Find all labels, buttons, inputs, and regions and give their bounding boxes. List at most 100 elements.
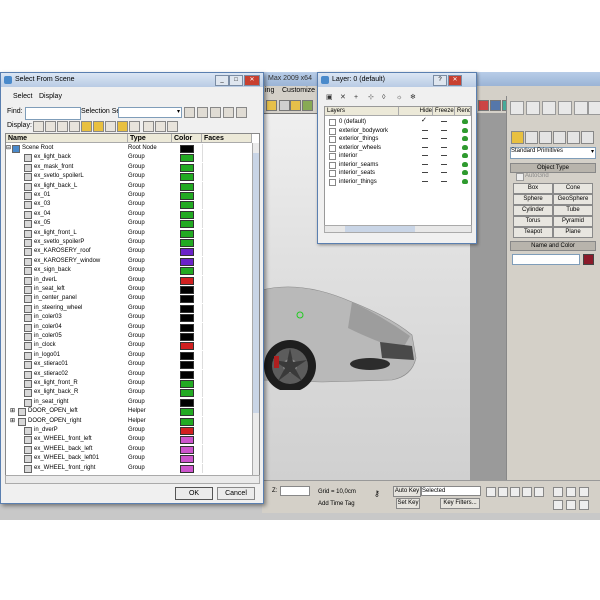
percent-snap-icon[interactable] (302, 100, 313, 111)
display-geometry-icon[interactable] (33, 121, 44, 132)
lights-icon[interactable] (539, 131, 552, 144)
set-key-button[interactable]: Set Key (396, 498, 420, 509)
table-row[interactable]: in_center_panel Group (6, 294, 259, 304)
geosphere-button[interactable]: GeoSphere (553, 194, 593, 205)
menu-select[interactable]: Select (13, 93, 32, 100)
layer-row[interactable]: interior_seats (325, 169, 471, 177)
add-time-tag-label[interactable]: Add Time Tag (318, 501, 355, 507)
delete-layer-icon[interactable]: ✕ (340, 94, 348, 102)
layer-row[interactable]: exterior_wheels (325, 144, 471, 152)
modify-tab-icon[interactable] (526, 101, 540, 115)
freeze-toggle[interactable] (441, 129, 447, 131)
display-cameras-icon[interactable] (69, 121, 80, 132)
prev-frame-icon[interactable] (498, 487, 508, 497)
expand-toggle-icon[interactable]: ⊞ (10, 407, 15, 416)
menu-item-customize[interactable]: Customize (282, 87, 315, 94)
freeze-toggle[interactable] (441, 146, 447, 148)
layer-row[interactable]: interior (325, 152, 471, 160)
table-row[interactable]: ex_WHEEL_front_left Group (6, 435, 259, 445)
object-vscrollbar[interactable] (252, 143, 259, 476)
fov-icon[interactable] (553, 500, 563, 510)
table-row[interactable]: ex_WHEEL_front_right Group (6, 463, 259, 473)
collapse-toggle-icon[interactable]: ⊟ (6, 144, 11, 153)
next-frame-icon[interactable] (522, 487, 532, 497)
freeze-toggle[interactable] (441, 172, 447, 173)
go-end-icon[interactable] (534, 487, 544, 497)
display-shapes-icon[interactable] (45, 121, 56, 132)
table-row[interactable]: ex_stierac02 Group (6, 369, 259, 379)
layer-row[interactable]: interior_seams (325, 161, 471, 169)
primitive-type-dropdown[interactable]: Standard Primitives ▾ (510, 147, 596, 159)
space-warps-icon[interactable] (581, 131, 594, 144)
current-layer-check-icon[interactable]: ✓ (421, 117, 427, 125)
object-color-swatch[interactable] (583, 254, 594, 265)
teapot-button[interactable]: Teapot (513, 227, 553, 238)
help-icon[interactable]: ? (433, 75, 447, 86)
autogrid-checkbox[interactable] (516, 173, 524, 181)
hide-toggle[interactable] (422, 129, 428, 131)
display-helpers-icon[interactable] (81, 121, 92, 132)
select-none-icon[interactable] (210, 107, 221, 118)
table-row[interactable]: ⊞ DOOR_OPEN_right Helper (6, 416, 259, 426)
display-lights-icon[interactable] (57, 121, 68, 132)
table-row[interactable]: ex_light_back_L Group (6, 181, 259, 191)
scroll-thumb[interactable] (253, 153, 259, 413)
render-teapot-icon[interactable] (462, 127, 468, 133)
render-frame-icon[interactable] (490, 100, 501, 111)
minimize-icon[interactable]: _ (215, 75, 229, 86)
display-invert-icon[interactable] (167, 121, 178, 132)
hide-toggle[interactable] (422, 155, 428, 156)
plane-button[interactable]: Plane (553, 227, 593, 238)
cancel-button[interactable]: Cancel (217, 487, 255, 500)
motion-tab-icon[interactable] (558, 101, 572, 115)
table-row[interactable]: in_seat_left Group (6, 285, 259, 294)
render-teapot-icon[interactable] (462, 144, 468, 150)
render-teapot-icon[interactable] (462, 119, 468, 124)
render-teapot-icon[interactable] (462, 136, 468, 141)
layer-row[interactable]: interior_things (325, 178, 471, 186)
table-row[interactable]: in_logo01 Group (6, 350, 259, 360)
sphere-button[interactable]: Sphere (513, 194, 553, 205)
table-row[interactable]: ex_sign_back Group (6, 266, 259, 276)
table-row[interactable]: in_coler04 Group (6, 322, 259, 332)
table-row[interactable]: ex_03 Group (6, 200, 259, 210)
selection-set-dropdown[interactable]: ▾ (118, 107, 182, 118)
table-row[interactable]: in_coler03 Group (6, 313, 259, 323)
table-row[interactable]: ex_WHEEL_back_left Group (6, 444, 259, 454)
column-name[interactable]: Name (6, 134, 128, 143)
car-model[interactable] (262, 280, 418, 390)
hide-toggle[interactable] (422, 172, 428, 173)
layer-row[interactable]: exterior_bodywork (325, 127, 471, 135)
create-layer-icon[interactable]: ▣ (326, 94, 334, 102)
render-teapot-icon[interactable] (462, 153, 468, 158)
expand-toggle-icon[interactable] (329, 178, 336, 186)
display-groups-icon[interactable] (105, 121, 116, 132)
table-row[interactable]: ex_light_back Group (6, 153, 259, 163)
render-teapot-icon[interactable] (462, 178, 468, 184)
create-tab-icon[interactable] (510, 101, 524, 115)
zoom-all-icon[interactable] (566, 487, 576, 497)
hide-toggle[interactable] (422, 146, 428, 148)
layer-row[interactable]: 0 (default) ✓ (325, 117, 471, 126)
pyramid-button[interactable]: Pyramid (553, 216, 593, 227)
layer-row[interactable]: exterior_things (325, 135, 471, 143)
table-row[interactable]: ex_stierac01 Group (6, 360, 259, 370)
freeze-all-icon[interactable]: ❄ (410, 94, 418, 102)
hide-toggle[interactable] (422, 138, 428, 139)
display-bones-icon[interactable] (129, 121, 140, 132)
display-none-icon[interactable] (155, 121, 166, 132)
table-row[interactable]: ⊞ DOOR_OPEN_left Helper (6, 407, 259, 417)
pan-icon[interactable] (566, 500, 576, 510)
cylinder-button[interactable]: Cylinder (513, 205, 553, 216)
torus-button[interactable]: Torus (513, 216, 553, 227)
column-freeze[interactable]: Freeze (433, 107, 455, 116)
shapes-icon[interactable] (525, 131, 538, 144)
column-color[interactable]: Color (172, 134, 202, 143)
column-type[interactable]: Type (128, 134, 172, 143)
box-button[interactable]: Box (513, 183, 553, 194)
table-row[interactable]: ⊟ Scene Root Root Node (6, 144, 259, 153)
column-render[interactable]: Render (455, 107, 471, 116)
expand-toggle-icon[interactable] (329, 119, 336, 126)
table-row[interactable]: ex_svetlo_spoilerL Group (6, 172, 259, 182)
expand-toggle-icon[interactable] (329, 144, 336, 152)
